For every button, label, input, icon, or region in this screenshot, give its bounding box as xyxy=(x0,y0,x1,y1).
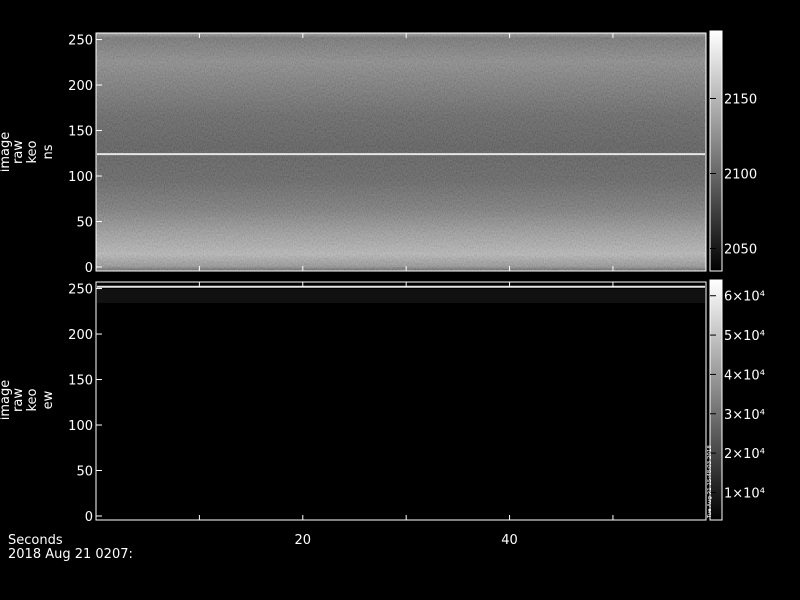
top-ylabel: image raw keo ns xyxy=(0,132,56,173)
bottom-ylabel-line-2: raw xyxy=(11,388,26,412)
bottom-colorbar-tick-label: 4×10⁴ xyxy=(724,368,765,383)
bottom-ylabel-line-3: keo xyxy=(25,388,40,411)
bottom-ytick-label: 50 xyxy=(76,465,93,480)
bottom-ytick-label: 150 xyxy=(68,374,93,389)
keogram-figure: 0 50 100 150 200 250 2050 2100 2150 0 50 100 150 200 2… xyxy=(0,30,765,562)
bottom-colorbar-tick-label: 3×10⁴ xyxy=(724,408,765,423)
bottom-image xyxy=(96,282,706,520)
x-axis-label: Seconds xyxy=(8,533,63,548)
bottom-ytick-label: 100 xyxy=(68,419,93,434)
bottom-colorbar-tick-label: 2×10⁴ xyxy=(724,447,765,462)
top-ytick-label: 0 xyxy=(85,261,93,276)
top-colorbar xyxy=(709,30,723,272)
top-colorbar-tick-label: 2150 xyxy=(724,93,757,108)
bottom-ylabel-line-4: ew xyxy=(41,390,56,409)
bottom-ytick-label: 0 xyxy=(85,510,93,525)
top-ytick-label: 150 xyxy=(68,125,93,140)
top-ytick-label: 250 xyxy=(68,34,93,49)
top-colorbar-tick-label: 2100 xyxy=(724,168,757,183)
bottom-ylabel: image raw keo ew xyxy=(0,380,56,421)
top-image-noise xyxy=(96,33,706,271)
bottom-panel xyxy=(95,281,707,521)
bottom-top-band xyxy=(97,289,705,303)
top-ytick-label: 100 xyxy=(68,170,93,185)
bottom-colorbar-tick-label: 1×10⁴ xyxy=(724,486,765,501)
top-ytick-label: 200 xyxy=(68,79,93,94)
bottom-colorbar-side-label: Tue Aug 21 15:48:03 2018 xyxy=(707,445,713,519)
date-label: 2018 Aug 21 0207: xyxy=(8,547,133,562)
top-ylabel-line-4: ns xyxy=(41,144,56,159)
bottom-ytick-label: 250 xyxy=(68,283,93,298)
top-ytick-label: 50 xyxy=(76,216,93,231)
bottom-colorbar-tick-label: 6×10⁴ xyxy=(724,290,765,305)
x-tick-label: 40 xyxy=(501,533,518,548)
x-tick-label: 20 xyxy=(295,533,312,548)
top-ylabel-line-2: raw xyxy=(11,140,26,164)
top-colorbar-tick-label: 2050 xyxy=(724,243,757,258)
bottom-colorbar-tick-label: 5×10⁴ xyxy=(724,329,765,344)
top-panel xyxy=(95,32,707,272)
bottom-ytick-label: 200 xyxy=(68,328,93,343)
top-ylabel-line-3: keo xyxy=(25,140,40,163)
